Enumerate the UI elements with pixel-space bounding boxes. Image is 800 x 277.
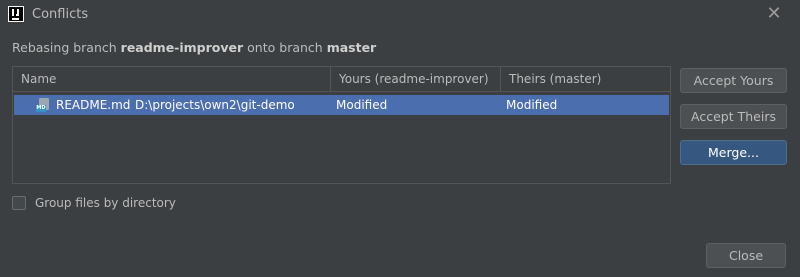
accept-yours-button[interactable]: Accept Yours [680, 68, 787, 93]
markdown-file-icon: MD [36, 98, 50, 112]
intellij-app-icon [8, 6, 24, 22]
table-row[interactable]: MD README.md D:\projects\own2\git-demo M… [14, 95, 669, 115]
conflicts-table[interactable]: Name Yours (readme-improver) Theirs (mas… [12, 66, 671, 184]
rebase-middle: onto branch [243, 40, 327, 55]
accept-theirs-button[interactable]: Accept Theirs [680, 104, 787, 129]
title-bar: Conflicts ✕ [0, 0, 800, 30]
column-header-yours[interactable]: Yours (readme-improver) [331, 67, 501, 91]
group-by-directory-label: Group files by directory [35, 196, 176, 210]
table-header: Name Yours (readme-improver) Theirs (mas… [13, 67, 670, 92]
rebase-description: Rebasing branch readme-improver onto bra… [12, 40, 376, 55]
merge-button[interactable]: Merge... [680, 140, 787, 165]
target-branch: master [326, 40, 377, 55]
close-button[interactable]: Close [706, 243, 786, 268]
close-icon[interactable]: ✕ [764, 4, 784, 24]
window-title: Conflicts [32, 7, 89, 22]
group-by-directory-checkbox[interactable] [12, 196, 26, 210]
source-branch: readme-improver [120, 40, 244, 55]
column-header-theirs[interactable]: Theirs (master) [501, 67, 670, 91]
yours-status: Modified [336, 98, 388, 112]
file-name: README.md [56, 98, 131, 112]
column-header-name[interactable]: Name [13, 67, 331, 91]
rebase-prefix: Rebasing branch [12, 40, 121, 55]
theirs-status: Modified [506, 98, 558, 112]
file-path: D:\projects\own2\git-demo [135, 98, 295, 112]
